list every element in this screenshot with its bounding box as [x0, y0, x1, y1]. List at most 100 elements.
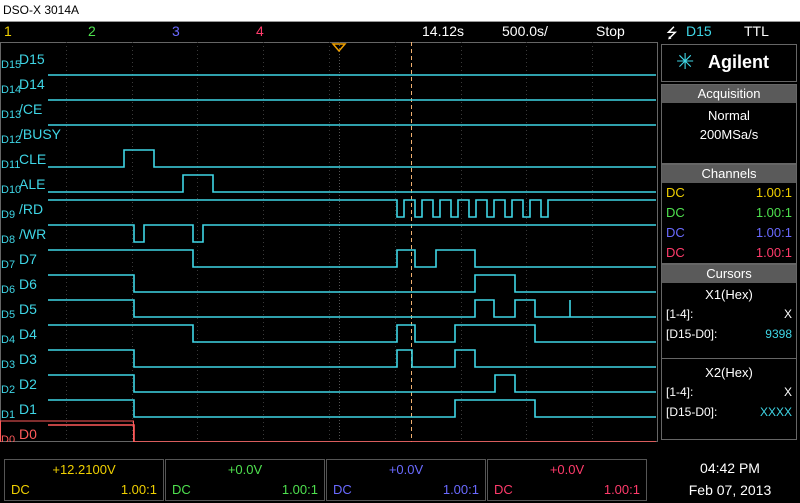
channel-3-box[interactable]: +0.0V DC 1.00:1	[326, 459, 486, 501]
trace-id-d2: D2	[1, 384, 15, 396]
trace-wave-d1	[48, 399, 656, 418]
sample-rate: 200MSa/s	[699, 127, 759, 142]
acquisition-mode: Normal	[708, 108, 750, 123]
channel-3-scale: 1.00:1	[755, 225, 792, 240]
time-position[interactable]: 14.12s	[422, 23, 464, 39]
trace-id-d3: D3	[1, 359, 15, 371]
channel-4-box-coupling: DC	[494, 482, 513, 497]
cursor-x1-digital-label: [D15-D0]:	[666, 327, 718, 341]
channel-1-row[interactable]: DC 1.00:1	[662, 183, 796, 203]
trace-id-d0: D0	[1, 434, 15, 442]
cursor-x1-digital: [D15-D0]: 9398	[662, 324, 796, 344]
trace-wave-d6	[48, 274, 656, 293]
channels-header: Channels	[662, 165, 796, 183]
cursor-x1-title: X1(Hex)	[705, 287, 753, 302]
trace-label-d5: D5	[19, 301, 37, 317]
channel-4-box-scale: 1.00:1	[603, 482, 640, 497]
channel-2-row[interactable]: DC 1.00:1	[662, 203, 796, 223]
trace-label-d15: D15	[19, 51, 45, 67]
trace-id-d4: D4	[1, 334, 15, 346]
cursors-box[interactable]: Cursors X1(Hex) [1-4]: X [D15-D0]: 9398 …	[661, 264, 797, 440]
channel-3-box-coupling: DC	[333, 482, 352, 497]
bottom-channel-bar: +12.2100V DC 1.00:1 +0.0V DC 1.00:1 +0.0…	[0, 447, 800, 503]
channel-1-scale: 1.00:1	[755, 185, 792, 200]
trace-id-d11: D11	[1, 159, 20, 171]
channel-4-row[interactable]: DC 1.00:1	[662, 243, 796, 263]
cursor-x2-analog-value: X	[783, 385, 792, 399]
trace-label-d12: /BUSY	[19, 126, 62, 142]
channel-2-box-coupling: DC	[172, 482, 191, 497]
channel-4-offset: +0.0V	[549, 462, 585, 477]
trace-wave-d10	[48, 174, 656, 193]
trace-wave-d7	[48, 249, 656, 268]
trace-label-d2: D2	[19, 376, 37, 392]
trace-id-d1: D1	[1, 409, 15, 421]
channel-3-box-scale: 1.00:1	[442, 482, 479, 497]
trace-wave-d8	[48, 224, 656, 243]
cursor-x2-title: X2(Hex)	[705, 365, 753, 380]
channel-2-scale: 1.00:1	[755, 205, 792, 220]
trace-label-d1: D1	[19, 401, 37, 417]
trace-wave-d0	[48, 424, 656, 442]
channel-3-coupling: DC	[666, 225, 685, 240]
channel-1-coupling: DC	[666, 185, 685, 200]
run-status[interactable]: Stop	[596, 23, 625, 39]
trace-id-d8: D8	[1, 234, 15, 246]
trace-label-d0: D0	[19, 426, 37, 442]
cursor-x1-digital-value: 9398	[765, 327, 792, 341]
trace-id-d12: D12	[1, 134, 21, 146]
channel-3-indicator[interactable]: 3	[172, 23, 180, 39]
trace-id-d14: D14	[1, 84, 21, 96]
trace-wave-d4	[48, 324, 656, 343]
channel-3-row[interactable]: DC 1.00:1	[662, 223, 796, 243]
trace-id-d13: D13	[1, 109, 21, 121]
trace-label-d14: D14	[19, 76, 45, 92]
waveform-svg: D15D15 D14D14/CED13/BUSYD12 CLED11 ALED10/R…	[0, 42, 658, 442]
channel-4-scale: 1.00:1	[755, 245, 792, 260]
channel-4-indicator[interactable]: 4	[256, 23, 264, 39]
cursor-x2-analog-label: [1-4]:	[666, 385, 694, 399]
cursor-x2-analog: [1-4]: X	[662, 382, 796, 402]
trigger-source[interactable]: D15	[686, 23, 712, 39]
channel-1-box[interactable]: +12.2100V DC 1.00:1	[4, 459, 164, 501]
brand-name: Agilent	[708, 52, 769, 72]
channel-2-coupling: DC	[666, 205, 685, 220]
trace-label-d13: /CE	[19, 101, 42, 117]
clock-time: 04:42 PM	[700, 460, 760, 476]
right-info-panel: ✳ Agilent Acquisition Normal 200MSa/s Ch…	[660, 42, 800, 442]
channel-4-box[interactable]: +0.0V DC 1.00:1	[487, 459, 647, 501]
clock-date: Feb 07, 2013	[688, 482, 772, 498]
trace-wave-d2	[48, 374, 656, 393]
channel-1-indicator[interactable]: 1	[4, 23, 12, 39]
acquisition-box[interactable]: Acquisition Normal 200MSa/s	[661, 84, 797, 164]
trace-id-d10: D10	[1, 184, 21, 196]
logic-threshold[interactable]: TTL	[744, 23, 769, 39]
cursor-x2-digital-label: [D15-D0]:	[666, 405, 718, 419]
trace-id-d6: D6	[1, 284, 15, 296]
channels-box[interactable]: Channels DC 1.00:1 DC 1.00:1 DC 1.00:1 D…	[661, 164, 797, 264]
trace-label-d8: /WR	[19, 226, 46, 242]
trace-label-d10: ALE	[19, 176, 45, 192]
trace-label-d4: D4	[19, 326, 37, 342]
brand-box: ✳ Agilent	[661, 44, 797, 82]
trace-id-d9: D9	[1, 209, 15, 221]
trace-label-d7: D7	[19, 251, 37, 267]
cursor-x1-analog: [1-4]: X	[662, 304, 796, 324]
trace-wave-d3	[48, 349, 656, 368]
scope-status-bar: 1 2 3 4 14.12s 500.0s/ Stop ⭍ D15 TTL	[0, 22, 800, 42]
channel-3-offset: +0.0V	[388, 462, 424, 477]
trace-wave-d11	[48, 149, 656, 168]
channel-2-box[interactable]: +0.0V DC 1.00:1	[165, 459, 325, 501]
timebase-scale[interactable]: 500.0s/	[502, 23, 548, 39]
trace-id-d15: D15	[1, 59, 21, 71]
channel-2-indicator[interactable]: 2	[88, 23, 96, 39]
waveform-display[interactable]: D15 D15 D14 D14/CE D13/BUSY D12 CLE D11 ALE D10/R…	[0, 42, 658, 442]
channel-2-box-scale: 1.00:1	[281, 482, 318, 497]
clock: 04:42 PM Feb 07, 2013	[660, 457, 800, 501]
cursor-x2-digital-value: XXXX	[759, 405, 792, 419]
cursor-x1-analog-value: X	[783, 307, 792, 321]
channel-1-offset: +12.2100V	[52, 462, 116, 477]
channel-4-coupling: DC	[666, 245, 685, 260]
trace-wave-d5	[48, 299, 656, 318]
trace-wave-d9	[48, 199, 656, 218]
